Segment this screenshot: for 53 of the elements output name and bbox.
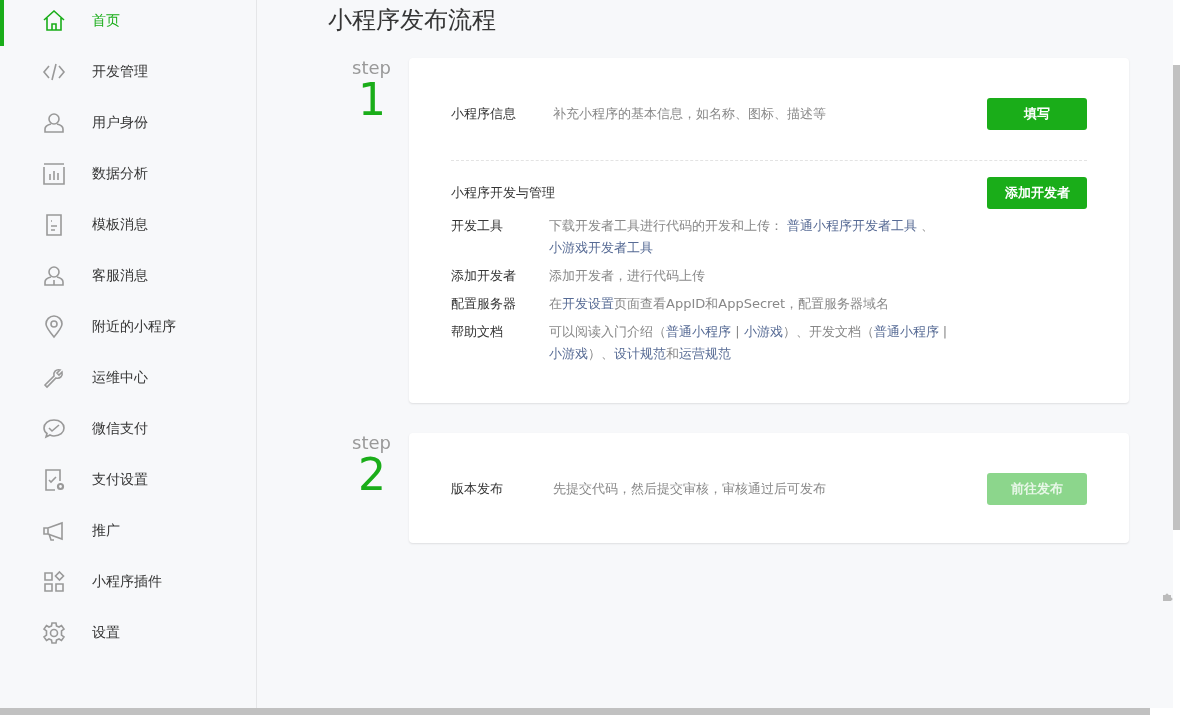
item-description: 在开发设置页面查看AppID和AppSecret，配置服务器域名 — [549, 295, 890, 313]
link[interactable]: 普通小程序 — [873, 324, 939, 339]
link[interactable]: 小游戏 — [743, 324, 783, 339]
sidebar-item[interactable]: 客服消息 — [0, 250, 256, 301]
sidebar-item[interactable]: 设置 — [0, 607, 256, 658]
sidebar-item[interactable]: 用户身份 — [0, 97, 256, 148]
step-label: step — [352, 433, 392, 453]
page-title: 小程序发布流程 — [328, 5, 497, 36]
link[interactable]: 小游戏 — [549, 346, 588, 361]
action-button[interactable]: 添加开发者 — [987, 177, 1087, 209]
step-number: 1 — [358, 78, 386, 122]
link[interactable]: 普通小程序开发者工具 — [787, 218, 918, 233]
section-description: 补充小程序的基本信息，如名称、图标、描述等 — [553, 105, 827, 123]
bar-chart-icon — [42, 161, 66, 186]
section-title: 小程序开发与管理 — [451, 184, 555, 202]
link[interactable]: 普通小程序 — [666, 324, 731, 339]
phone-gear-icon — [42, 467, 66, 492]
item-description: 下载开发者工具进行代码的开发和上传： 普通小程序开发者工具 、 小游戏开发者工具 — [549, 217, 936, 257]
sidebar-item[interactable]: 推广 — [0, 505, 256, 556]
item-label: 添加开发者 — [451, 267, 517, 285]
item-description: 添加开发者，进行代码上传 — [549, 267, 705, 285]
sidebar-item[interactable]: 支付设置 — [0, 454, 256, 505]
item-description: 可以阅读入门介绍（普通小程序 | 小游戏）、开发文档（普通小程序 | 小游戏）、设计规范和运营规范 — [549, 323, 949, 363]
user-icon — [42, 263, 66, 288]
chat-check-icon — [42, 416, 66, 441]
section-label: 小程序信息 — [451, 105, 517, 123]
puzzle-icon — [1161, 591, 1173, 603]
sidebar-item[interactable]: 微信支付 — [0, 403, 256, 454]
scrollbar[interactable] — [0, 708, 1150, 715]
grid-icon — [42, 569, 66, 594]
sidebar-item[interactable]: 数据分析 — [0, 148, 256, 199]
home-icon — [42, 8, 66, 33]
section-description: 先提交代码，然后提交审核，审核通过后可发布 — [553, 480, 827, 498]
step-number: 2 — [358, 453, 386, 497]
step-label: step — [352, 58, 392, 78]
action-button[interactable]: 填写 — [987, 98, 1087, 130]
section-label: 版本发布 — [451, 480, 504, 498]
link[interactable]: 开发设置 — [562, 296, 614, 311]
link[interactable]: 运营规范 — [679, 346, 731, 361]
settings-icon — [42, 620, 66, 645]
link[interactable]: 设计规范 — [614, 346, 666, 361]
sidebar-item[interactable]: 小程序插件 — [0, 556, 256, 607]
sidebar-item[interactable]: 运维中心 — [0, 352, 256, 403]
link[interactable]: 小游戏开发者工具 — [549, 240, 653, 255]
scrollbar[interactable] — [1173, 65, 1180, 530]
sidebar-item[interactable]: 附近的小程序 — [0, 301, 256, 352]
item-label: 开发工具 — [451, 217, 504, 235]
item-label: 配置服务器 — [451, 295, 517, 313]
sidebar-item[interactable]: 模板消息 — [0, 199, 256, 250]
location-pin-icon — [42, 314, 66, 339]
sidebar-item[interactable]: 开发管理 — [0, 46, 256, 97]
user-icon — [42, 110, 66, 135]
item-label: 帮助文档 — [451, 323, 504, 341]
